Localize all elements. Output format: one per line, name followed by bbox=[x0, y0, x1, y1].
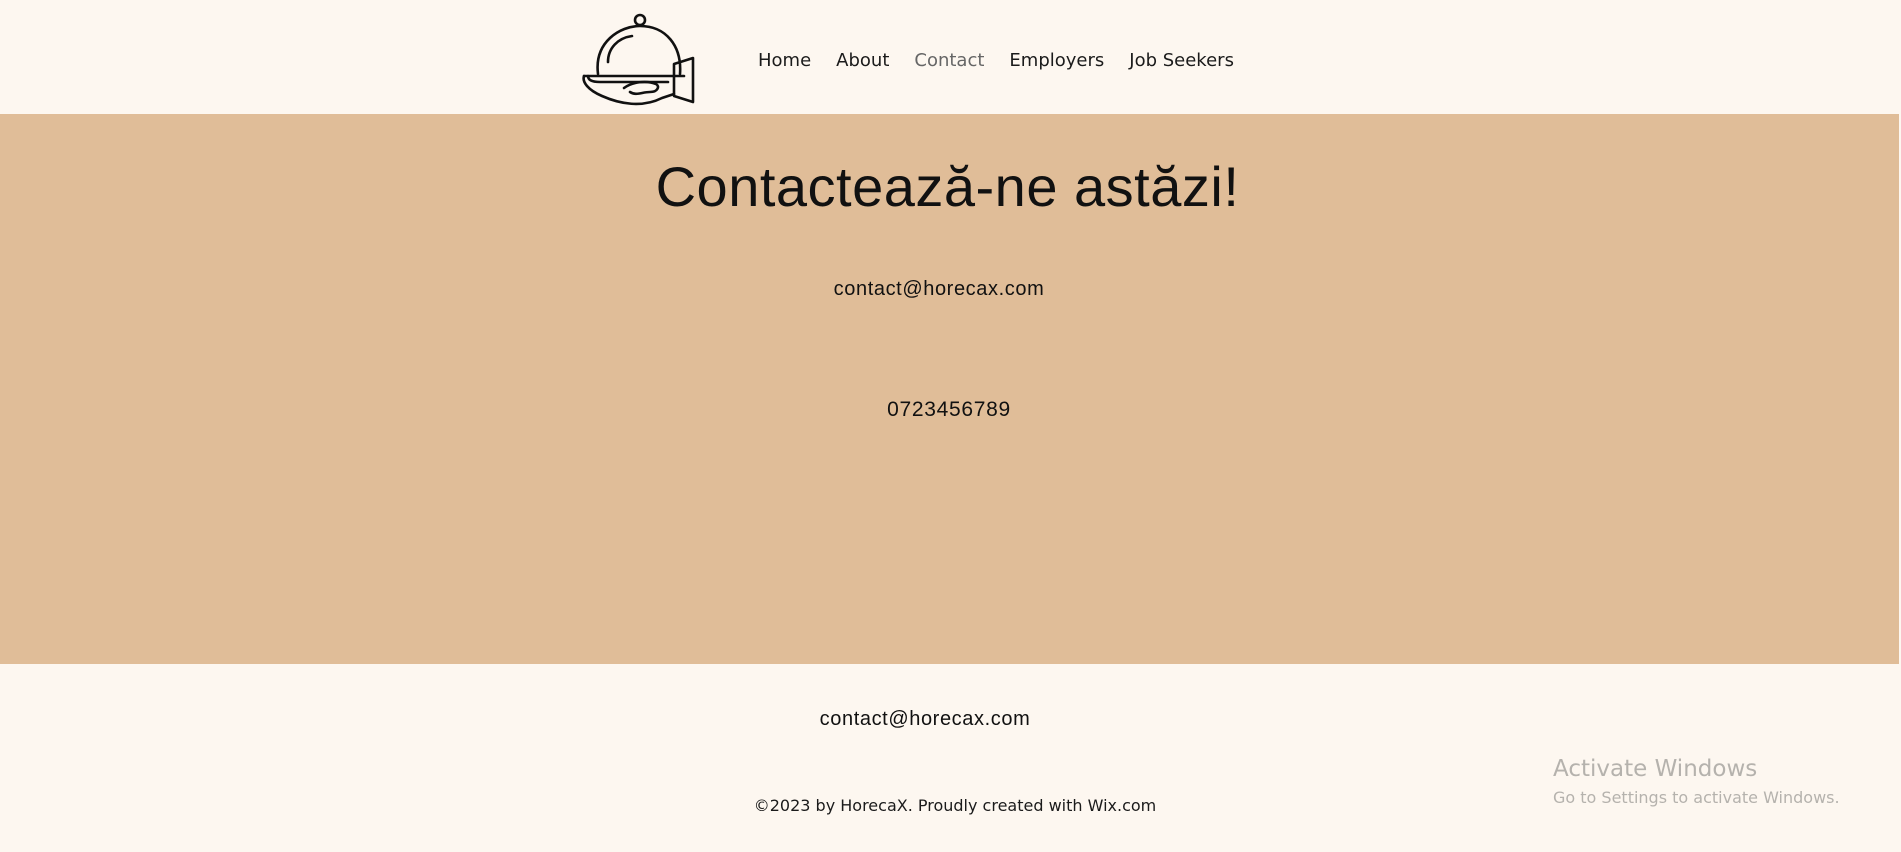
cloche-logo-icon[interactable] bbox=[580, 12, 698, 112]
page-title: Contactează-ne astăzi! bbox=[655, 155, 1240, 218]
watermark-title: Activate Windows bbox=[1553, 756, 1758, 782]
footer-email-link[interactable]: contact@horecax.com bbox=[0, 708, 1850, 731]
hero-phone-number: 0723456789 bbox=[887, 398, 1011, 421]
nav-item-job-seekers[interactable]: Job Seekers bbox=[1129, 50, 1234, 71]
watermark-subtitle: Go to Settings to activate Windows. bbox=[1553, 788, 1840, 807]
nav-item-about[interactable]: About bbox=[836, 50, 889, 71]
windows-activation-watermark: Activate Windows Go to Settings to activ… bbox=[1553, 756, 1840, 807]
nav-item-employers[interactable]: Employers bbox=[1009, 50, 1104, 71]
main-nav: Home About Contact Employers Job Seekers bbox=[758, 50, 1234, 71]
nav-item-home[interactable]: Home bbox=[758, 50, 811, 71]
nav-item-contact[interactable]: Contact bbox=[914, 50, 984, 71]
hero-email-link[interactable]: contact@horecax.com bbox=[0, 278, 1878, 301]
site-header: Home About Contact Employers Job Seekers bbox=[0, 0, 1901, 114]
